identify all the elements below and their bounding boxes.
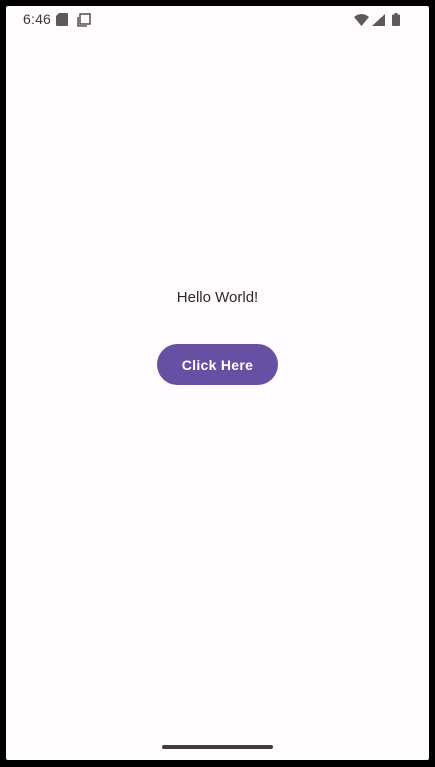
app-screen: 6:46 Hello World! Click Here [6,6,429,760]
wifi-icon [354,13,369,31]
gesture-nav-handle[interactable] [162,745,273,749]
device-frame: 6:46 Hello World! Click Here [0,0,435,767]
click-here-button[interactable]: Click Here [157,344,278,385]
status-time: 6:46 [23,11,52,27]
hello-text: Hello World! [176,289,259,306]
main-content: Hello World! Click Here [6,34,429,734]
screenshot-icon [77,13,91,32]
sd-card-icon [56,13,68,31]
cell-signal-icon [372,13,385,31]
status-bar: 6:46 [6,6,429,34]
battery-icon [392,13,400,31]
